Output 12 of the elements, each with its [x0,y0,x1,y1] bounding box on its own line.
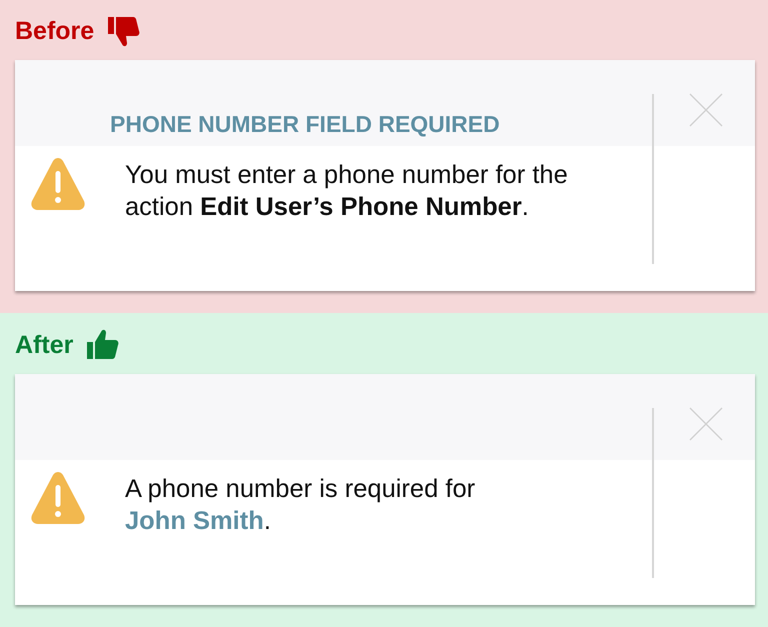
section-heading: Before [15,16,94,46]
close-icon[interactable] [689,93,723,127]
section-heading: After [15,330,74,360]
close-icon[interactable] [689,407,723,441]
alert-message: A phone number is required for John Smith. [125,474,476,537]
warning-icon [30,157,86,211]
warning-icon [30,471,86,525]
thumbs-down-icon [106,14,140,48]
thumbs-up-icon [85,328,120,362]
user-link[interactable]: John Smith [125,507,264,535]
alert-title: PHONE NUMBER FIELD REQUIRED [110,111,500,138]
alert-message: You must enter a phone number for the action Edit User’s Phone Number. [125,160,569,223]
